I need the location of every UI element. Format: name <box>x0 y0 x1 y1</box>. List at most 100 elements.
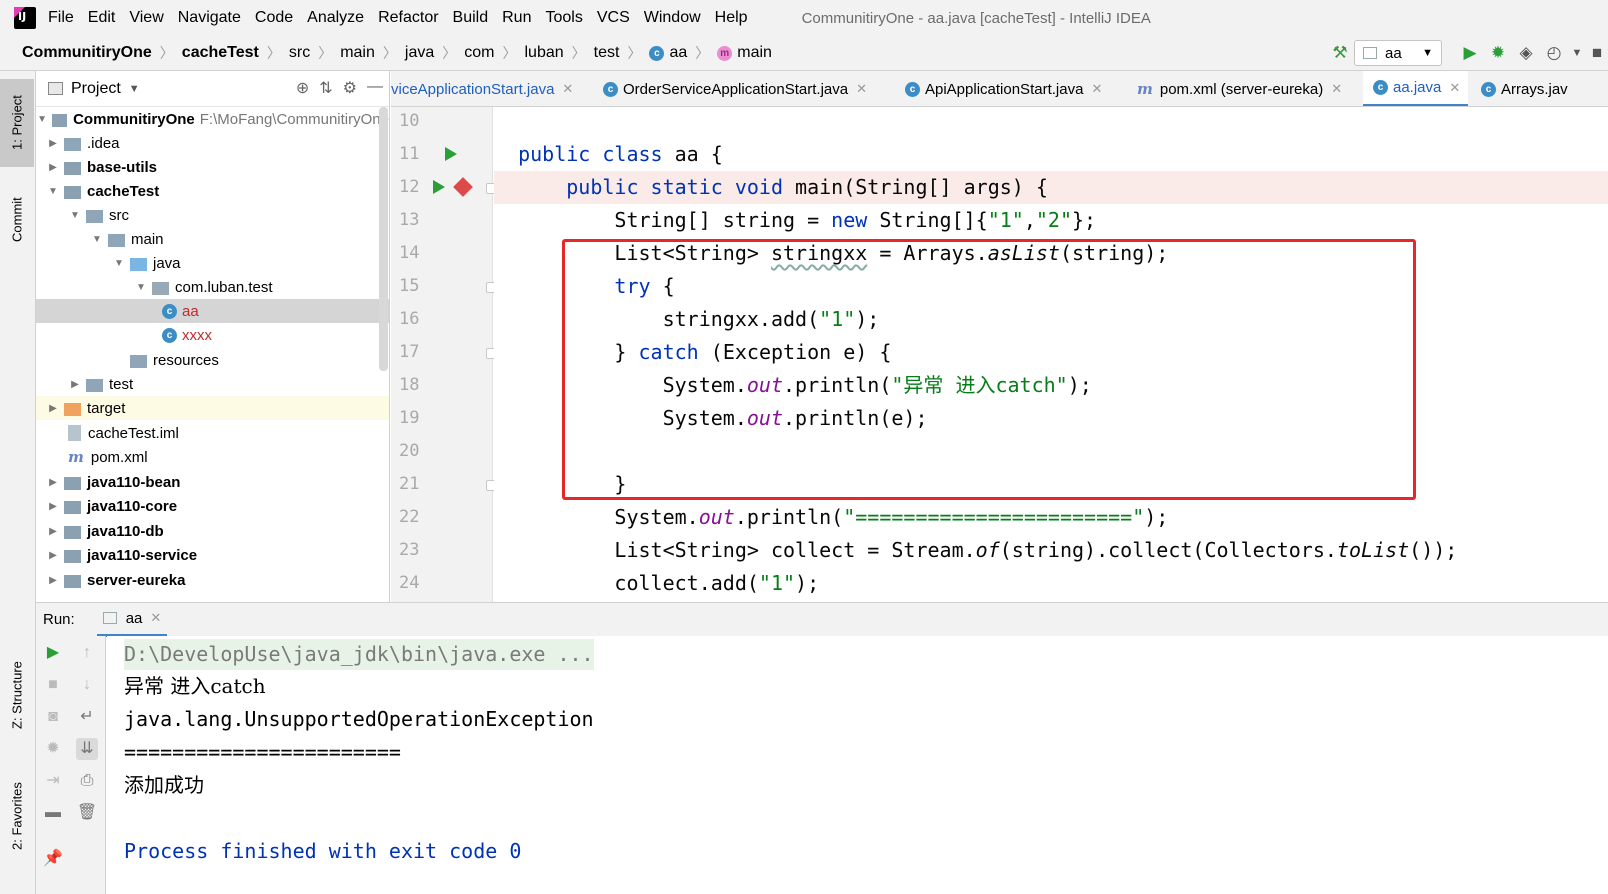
breadcrumb-project[interactable]: CommunitiryOne <box>22 44 152 62</box>
menu-navigate[interactable]: Navigate <box>178 9 241 27</box>
breadcrumb-src[interactable]: src <box>289 44 310 62</box>
menu-analyze[interactable]: Analyze <box>307 9 364 27</box>
intellij-logo-icon <box>14 7 36 29</box>
breadcrumb-main[interactable]: main <box>340 44 375 62</box>
menu-build[interactable]: Build <box>453 9 489 27</box>
project-view-select[interactable]: Project <box>71 80 121 98</box>
menu-refactor[interactable]: Refactor <box>378 9 438 27</box>
build-hammer-icon[interactable]: ⚒ <box>1326 43 1354 63</box>
menu-view[interactable]: View <box>129 9 163 27</box>
run-configuration-label: aa <box>1385 44 1402 62</box>
more-dropdown-icon[interactable]: ▼ <box>1568 47 1586 59</box>
menu-code[interactable]: Code <box>255 9 293 27</box>
menu-help[interactable]: Help <box>715 9 748 27</box>
close-icon[interactable]: ✕ <box>150 610 161 626</box>
project-scrollbar[interactable] <box>379 107 388 371</box>
tree-item-iml[interactable]: cacheTest.iml <box>36 421 389 445</box>
tree-item-class-xxxx[interactable]: c xxxx <box>36 323 389 347</box>
tree-item-java110-bean[interactable]: ▶ java110-bean <box>36 470 389 494</box>
pin-icon[interactable]: 📌 <box>42 848 64 870</box>
run-configuration-select[interactable]: aa ▼ <box>1354 40 1442 66</box>
profile-icon[interactable]: ◴ <box>1540 43 1568 63</box>
close-icon[interactable]: ✕ <box>856 81 867 97</box>
editor-tab[interactable]: c OrderServiceApplicationStart.java ✕ <box>603 71 867 106</box>
print-icon[interactable]: ⎙ <box>76 770 98 792</box>
down-arrow-icon[interactable]: ↓ <box>76 674 98 696</box>
tree-item-main[interactable]: ▼ main <box>36 227 389 251</box>
tree-item-idea[interactable]: ▶ .idea <box>36 131 389 155</box>
editor-tab[interactable]: viceApplicationStart.java ✕ <box>391 71 573 106</box>
run-tab[interactable]: aa ✕ <box>96 603 168 637</box>
tree-root[interactable]: ▼ CommunitiryOne F:\MoFang\CommunitiryOne <box>36 107 389 131</box>
tree-item-test[interactable]: ▶ test <box>36 372 389 396</box>
editor-tab-active[interactable]: c aa.java ✕ <box>1363 71 1469 106</box>
hide-panel-icon[interactable]: — <box>367 78 383 98</box>
layout-icon[interactable]: ▬ <box>42 802 64 824</box>
breadcrumb-module[interactable]: cacheTest <box>182 44 259 62</box>
tree-item-cachetest[interactable]: ▼ cacheTest <box>36 179 389 203</box>
stop-icon[interactable]: ■ <box>42 674 64 696</box>
code-editor[interactable]: public class aa { public static void mai… <box>494 107 1608 602</box>
menu-run[interactable]: Run <box>502 9 531 27</box>
tree-item-package[interactable]: ▼ com.luban.test <box>36 275 389 299</box>
breadcrumb-method[interactable]: m main <box>717 44 772 62</box>
menu-edit[interactable]: Edit <box>88 9 116 27</box>
trash-icon[interactable]: 🗑 <box>76 802 98 824</box>
menu-tools[interactable]: Tools <box>545 9 582 27</box>
tree-item-base-utils[interactable]: ▶ base-utils <box>36 155 389 179</box>
chevron-down-icon: ▼ <box>1422 47 1433 59</box>
debug-bug-icon[interactable]: ✹ <box>1484 43 1512 63</box>
module-folder-icon <box>64 549 81 563</box>
breadcrumb-luban[interactable]: luban <box>524 44 563 62</box>
tool-tab-favorites[interactable]: 2: Favorites <box>0 766 34 866</box>
tree-item-resources[interactable]: resources <box>36 348 389 372</box>
tree-item-java110-db[interactable]: ▶ java110-db <box>36 519 389 543</box>
close-icon[interactable]: ✕ <box>562 81 573 97</box>
run-class-icon[interactable] <box>445 147 457 161</box>
camera-icon[interactable]: ◙ <box>42 706 64 728</box>
menu-vcs[interactable]: VCS <box>597 9 630 27</box>
code-token: "1" <box>987 208 1024 232</box>
collapse-all-icon[interactable]: ⇅ <box>319 78 332 98</box>
tool-tab-structure[interactable]: Z: Structure <box>0 646 34 744</box>
menu-window[interactable]: Window <box>644 9 701 27</box>
run-icon[interactable]: ▶ <box>1456 43 1484 63</box>
rerun-icon[interactable]: ▶ <box>42 642 64 664</box>
tree-item-class-aa[interactable]: c aa <box>36 299 389 323</box>
breadcrumb-java[interactable]: java <box>405 44 434 62</box>
tree-item-java110-core[interactable]: ▶ java110-core <box>36 494 389 518</box>
gear-icon[interactable]: ⚙ <box>343 78 357 98</box>
tree-item-pom[interactable]: m pom.xml <box>36 445 389 469</box>
stop-icon[interactable]: ■ <box>1586 43 1608 63</box>
tree-item-java[interactable]: ▼ java <box>36 251 389 275</box>
up-arrow-icon[interactable]: ↑ <box>76 642 98 664</box>
exit-icon[interactable]: ⇥ <box>42 770 64 792</box>
console-output[interactable]: D:\DevelopUse\java_jdk\bin\java.exe ... … <box>107 636 1608 894</box>
breadcrumb-class[interactable]: c aa <box>649 44 687 62</box>
coverage-shield-icon[interactable]: ◈ <box>1512 43 1540 63</box>
tool-tab-project[interactable]: 1: Project <box>0 79 34 167</box>
tree-item-target[interactable]: ▶ target <box>36 396 389 420</box>
run-main-icon[interactable] <box>433 180 445 194</box>
tool-tab-commit[interactable]: Commit <box>0 181 34 259</box>
editor-tab[interactable]: m pom.xml (server-eureka) ✕ <box>1137 71 1342 106</box>
breadcrumb-test[interactable]: test <box>594 44 620 62</box>
breakpoint-icon[interactable] <box>453 177 473 197</box>
close-icon[interactable]: ✕ <box>1331 81 1342 97</box>
expanded-arrow-icon: ▼ <box>92 233 102 245</box>
locate-crosshair-icon[interactable]: ⊕ <box>296 78 309 98</box>
editor-tab[interactable]: c Arrays.jav <box>1481 71 1568 106</box>
tree-item-java110-service[interactable]: ▶ java110-service <box>36 543 389 567</box>
soft-wrap-icon[interactable]: ↵ <box>76 706 98 728</box>
scroll-to-end-icon[interactable]: ⇊ <box>76 738 98 760</box>
editor-tab[interactable]: c ApiApplicationStart.java ✕ <box>905 71 1102 106</box>
breadcrumb-com[interactable]: com <box>464 44 494 62</box>
close-icon[interactable]: ✕ <box>1091 81 1102 97</box>
debug-bug-icon[interactable]: ✹ <box>42 738 64 760</box>
chevron-down-icon[interactable]: ▼ <box>129 83 140 95</box>
menu-file[interactable]: File <box>48 9 74 27</box>
close-icon[interactable]: ✕ <box>1449 80 1460 96</box>
tree-item-src[interactable]: ▼ src <box>36 203 389 227</box>
tree-item-server-eureka[interactable]: ▶ server-eureka <box>36 568 389 592</box>
